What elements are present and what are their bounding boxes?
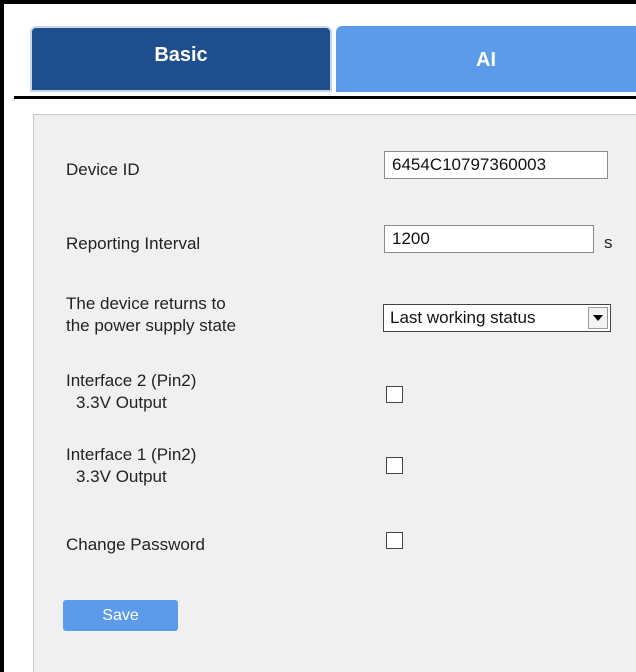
reporting-interval-label: Reporting Interval <box>66 234 201 253</box>
save-button[interactable]: Save <box>63 600 178 631</box>
chevron-down-icon[interactable] <box>588 307 608 329</box>
interface2-output-checkbox[interactable] <box>386 386 403 403</box>
power-state-label: The device returns to the power supply s… <box>66 293 236 337</box>
reporting-interval-unit: s <box>604 233 613 252</box>
save-button-label: Save <box>102 606 139 624</box>
interface1-output-checkbox[interactable] <box>386 457 403 474</box>
device-id-field[interactable] <box>384 151 608 179</box>
power-state-label-line1: The device returns to <box>66 294 226 313</box>
tab-basic[interactable]: Basic <box>30 26 332 92</box>
change-password-label: Change Password <box>66 535 205 554</box>
device-id-label: Device ID <box>66 160 140 179</box>
tab-ai[interactable]: AI <box>336 26 636 92</box>
interface1-label-line1: Interface 1 (Pin2) <box>66 445 197 464</box>
tab-divider-gap <box>14 99 636 103</box>
power-state-select[interactable]: Last working status <box>383 304 611 332</box>
power-state-label-line2: the power supply state <box>66 316 237 335</box>
interface2-label-line1: Interface 2 (Pin2) <box>66 371 197 390</box>
change-password-checkbox[interactable] <box>386 532 403 549</box>
tab-basic-label: Basic <box>154 43 208 66</box>
frame-top-border <box>0 0 636 4</box>
interface1-label: Interface 1 (Pin2) 3.3V Output <box>66 444 196 488</box>
power-state-selected-value: Last working status <box>390 308 536 327</box>
reporting-interval-field[interactable] <box>384 225 594 253</box>
frame-left-border <box>0 0 4 672</box>
tab-ai-label: AI <box>476 48 496 71</box>
interface2-label-line2: 3.3V Output <box>76 393 167 412</box>
interface1-label-line2: 3.3V Output <box>76 467 167 486</box>
interface2-label: Interface 2 (Pin2) 3.3V Output <box>66 370 196 414</box>
